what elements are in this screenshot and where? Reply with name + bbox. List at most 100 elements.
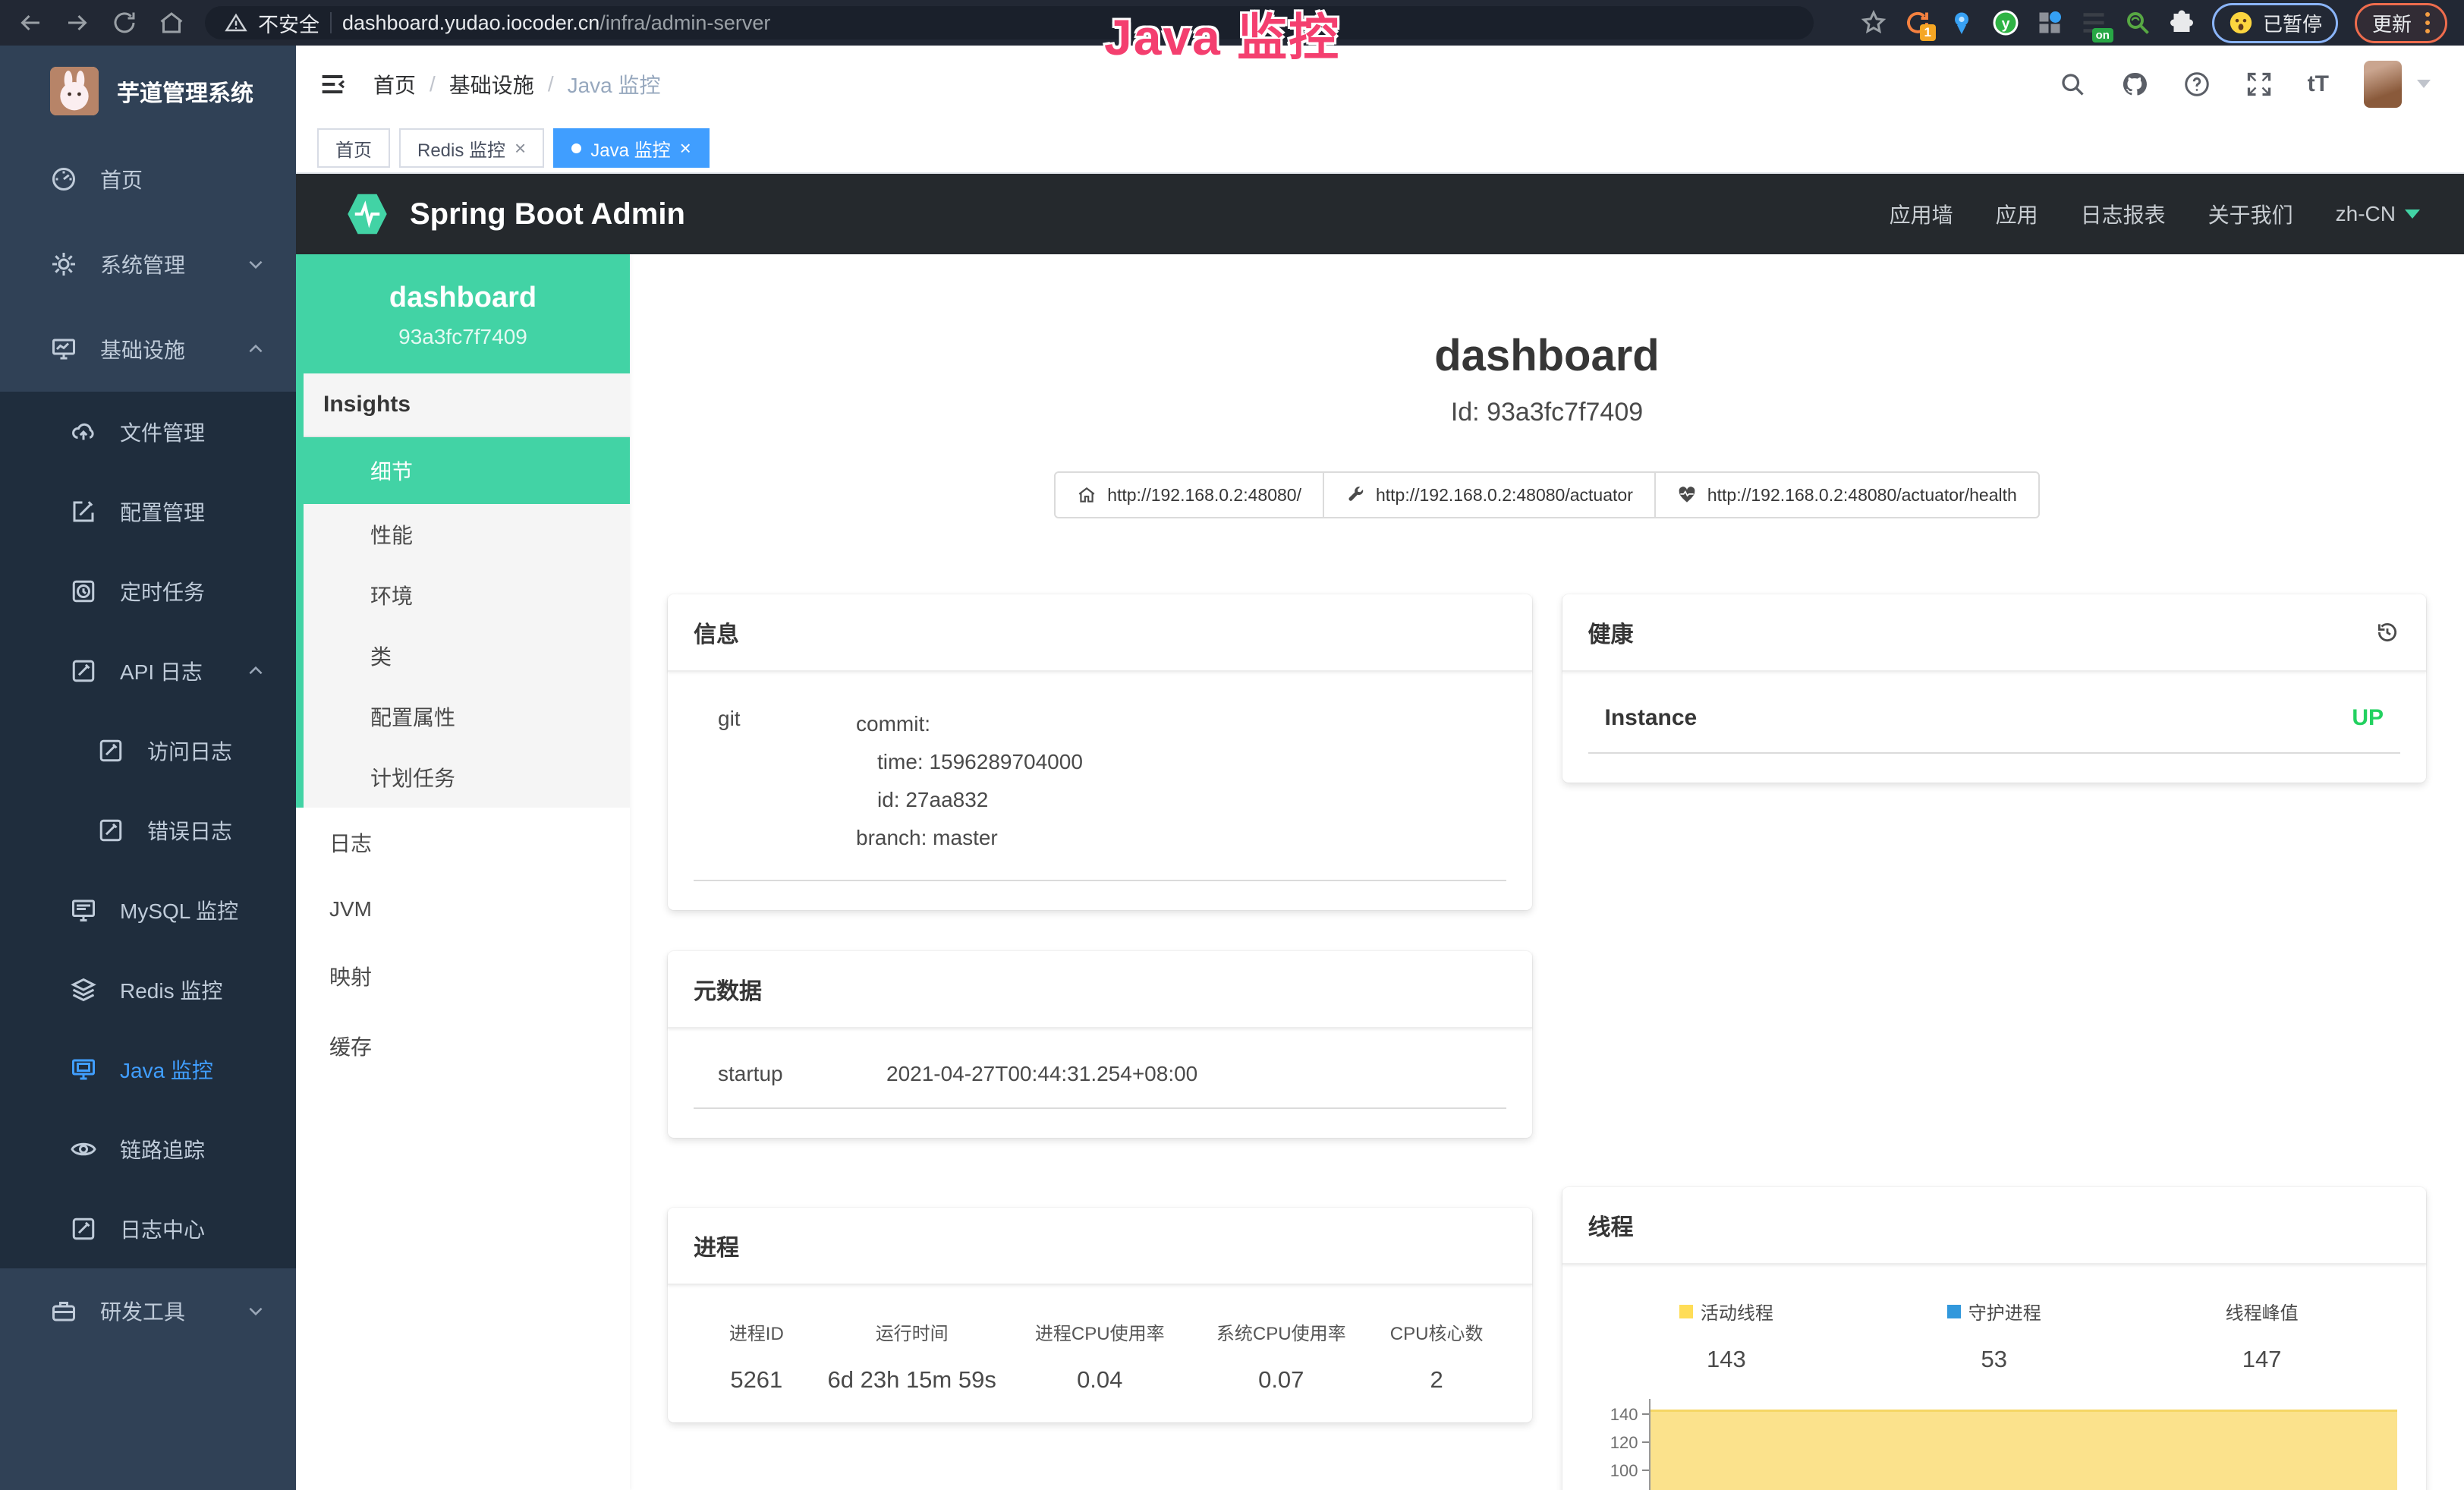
- url-bar[interactable]: 不安全 dashboard.yudao.iocoder.cn/infra/adm…: [205, 6, 1814, 39]
- sidebar-item-home[interactable]: 首页: [0, 137, 296, 222]
- insights-section: Insights 细节 性能 环境 类 配置属性 计划任务: [296, 373, 630, 808]
- sidebar-item-redis-monitor[interactable]: Redis 监控: [0, 950, 296, 1029]
- surprised-emoji-icon: [2228, 10, 2254, 36]
- update-browser-button[interactable]: 更新: [2355, 3, 2447, 43]
- live-threads-area-series: [1651, 1410, 2398, 1490]
- app-logo-row[interactable]: 芋道管理系统: [0, 46, 296, 137]
- app-title: 芋道管理系统: [117, 74, 253, 108]
- sidebar-item-dev-tools[interactable]: 研发工具: [0, 1268, 296, 1353]
- sidebar-item-system[interactable]: 系统管理: [0, 222, 296, 307]
- fullscreen-icon[interactable]: [2245, 71, 2273, 98]
- tab-label: 首页: [335, 135, 372, 162]
- tab-home[interactable]: 首页: [317, 128, 390, 168]
- breadcrumb-current: Java 监控: [568, 69, 661, 99]
- breadcrumb-infrastructure[interactable]: 基础设施: [449, 69, 534, 99]
- extension-y-icon[interactable]: y: [1992, 9, 2019, 36]
- instance-item-jvm[interactable]: JVM: [296, 877, 630, 941]
- tab-redis-monitor[interactable]: Redis 监控 ×: [399, 128, 544, 168]
- insights-item-classes[interactable]: 类: [304, 625, 630, 686]
- instance-sidebar: dashboard 93a3fc7f7409 Insights 细节 性能 环境…: [296, 254, 630, 1490]
- insights-item-environment[interactable]: 环境: [304, 565, 630, 625]
- health-instance-row: Instance UP: [1588, 705, 2401, 754]
- instance-item-mappings[interactable]: 映射: [296, 941, 630, 1011]
- extensions-puzzle-icon[interactable]: [2168, 9, 2195, 36]
- instance-item-caches[interactable]: 缓存: [296, 1011, 630, 1081]
- tag-view-bar: 首页 Redis 监控 × Java 监控 ×: [296, 122, 2464, 174]
- sidebar-item-tracing[interactable]: 链路追踪: [0, 1109, 296, 1189]
- daemon-threads-value: 53: [1860, 1346, 2128, 1373]
- sba-header: Spring Boot Admin 应用墙 应用 日志报表 关于我们 zh-CN: [296, 174, 2464, 254]
- user-avatar[interactable]: [2364, 61, 2402, 108]
- peak-threads-value: 147: [2128, 1346, 2396, 1373]
- mysql-monitor-icon: [70, 896, 97, 924]
- sidebar-toggle-hamburger-icon[interactable]: [317, 69, 348, 99]
- breadcrumb-home[interactable]: 首页: [373, 69, 416, 99]
- back-icon[interactable]: [17, 9, 44, 36]
- extension-grid-icon[interactable]: [2036, 9, 2063, 36]
- health-status-badge: UP: [2352, 705, 2384, 731]
- tab-java-monitor[interactable]: Java 监控 ×: [553, 128, 710, 168]
- github-icon[interactable]: [2121, 71, 2148, 98]
- sba-nav-journal[interactable]: 日志报表: [2081, 199, 2166, 229]
- sidebar-item-infrastructure[interactable]: 基础设施: [0, 307, 296, 392]
- extension-sync-icon[interactable]: 1: [1904, 9, 1931, 36]
- insights-item-config-props[interactable]: 配置属性: [304, 686, 630, 747]
- sidebar-item-mysql-monitor[interactable]: MySQL 监控: [0, 870, 296, 950]
- help-icon[interactable]: [2183, 71, 2211, 98]
- forward-icon[interactable]: [64, 9, 91, 36]
- actuator-url-button[interactable]: http://192.168.0.2:48080/actuator: [1323, 471, 1656, 518]
- extension-on-badge: on: [2092, 28, 2113, 43]
- history-icon[interactable]: [2374, 619, 2400, 645]
- avatar-dropdown-caret-icon[interactable]: [2417, 80, 2431, 88]
- sidebar-item-access-log[interactable]: 访问日志: [0, 710, 296, 790]
- gear-icon: [50, 250, 77, 278]
- profile-paused-badge[interactable]: 已暂停: [2212, 3, 2338, 43]
- extension-pin-icon[interactable]: [1948, 9, 1975, 36]
- font-size-icon[interactable]: tT: [2308, 71, 2329, 97]
- instance-item-logs[interactable]: 日志: [296, 808, 630, 877]
- sidebar-item-config-management[interactable]: 配置管理: [0, 471, 296, 551]
- sba-nav-wallboard[interactable]: 应用墙: [1890, 199, 1953, 229]
- metadata-value: 2021-04-27T00:44:31.254+08:00: [886, 1062, 1197, 1086]
- sidebar-item-scheduled-jobs[interactable]: 定时任务: [0, 551, 296, 631]
- sidebar-item-log-center[interactable]: 日志中心: [0, 1189, 296, 1268]
- paused-label: 已暂停: [2263, 9, 2322, 37]
- sidebar-item-label: 错误日志: [147, 815, 232, 846]
- reload-icon[interactable]: [111, 9, 138, 36]
- browser-menu-kebab-icon[interactable]: [2422, 11, 2433, 35]
- sidebar-item-api-log[interactable]: API 日志: [0, 631, 296, 710]
- security-label: 不安全: [258, 8, 319, 38]
- sidebar-item-error-log[interactable]: 错误日志: [0, 790, 296, 870]
- health-heart-icon: [1677, 485, 1697, 505]
- insights-item-metrics[interactable]: 性能: [304, 504, 630, 565]
- close-icon[interactable]: ×: [515, 137, 526, 160]
- page-annotation: Java 监控: [1104, 0, 1340, 70]
- insights-item-scheduled-tasks[interactable]: 计划任务: [304, 747, 630, 808]
- close-icon[interactable]: ×: [680, 137, 691, 160]
- sidebar-item-file-management[interactable]: 文件管理: [0, 392, 296, 471]
- chevron-down-icon: [2405, 209, 2420, 219]
- service-url-button[interactable]: http://192.168.0.2:48080/: [1054, 471, 1324, 518]
- insights-item-details[interactable]: 细节: [304, 437, 630, 504]
- process-table-values: 5261 6d 23h 15m 59s 0.04 0.07 2: [698, 1345, 1502, 1394]
- search-icon[interactable]: [2059, 71, 2086, 98]
- health-url-button[interactable]: http://192.168.0.2:48080/actuator/health: [1654, 471, 2040, 518]
- log-edit-icon: [70, 1215, 97, 1243]
- sba-nav-applications[interactable]: 应用: [1996, 199, 2038, 229]
- extension-search-icon[interactable]: [2124, 9, 2151, 36]
- bookmark-star-icon[interactable]: [1860, 9, 1887, 36]
- sidebar-item-java-monitor[interactable]: Java 监控: [0, 1029, 296, 1109]
- home-icon[interactable]: [158, 9, 185, 36]
- instance-app-name: dashboard: [304, 282, 622, 314]
- health-card: 健康 Instance UP: [1562, 594, 2427, 783]
- threads-legend: 活动线程 守护进程 线程峰值: [1593, 1298, 2396, 1325]
- sba-brand-title[interactable]: Spring Boot Admin: [410, 197, 685, 232]
- sidebar-item-label: 基础设施: [100, 334, 185, 364]
- tab-label: Java 监控: [590, 135, 670, 162]
- sba-language-select[interactable]: zh-CN: [2336, 202, 2420, 226]
- wrench-icon: [1345, 485, 1365, 505]
- extension-tabs-on-icon[interactable]: on: [2080, 9, 2107, 36]
- java-monitor-icon: [70, 1056, 97, 1083]
- sba-nav-about[interactable]: 关于我们: [2208, 199, 2293, 229]
- actuator-url-label: http://192.168.0.2:48080/actuator: [1376, 485, 1633, 506]
